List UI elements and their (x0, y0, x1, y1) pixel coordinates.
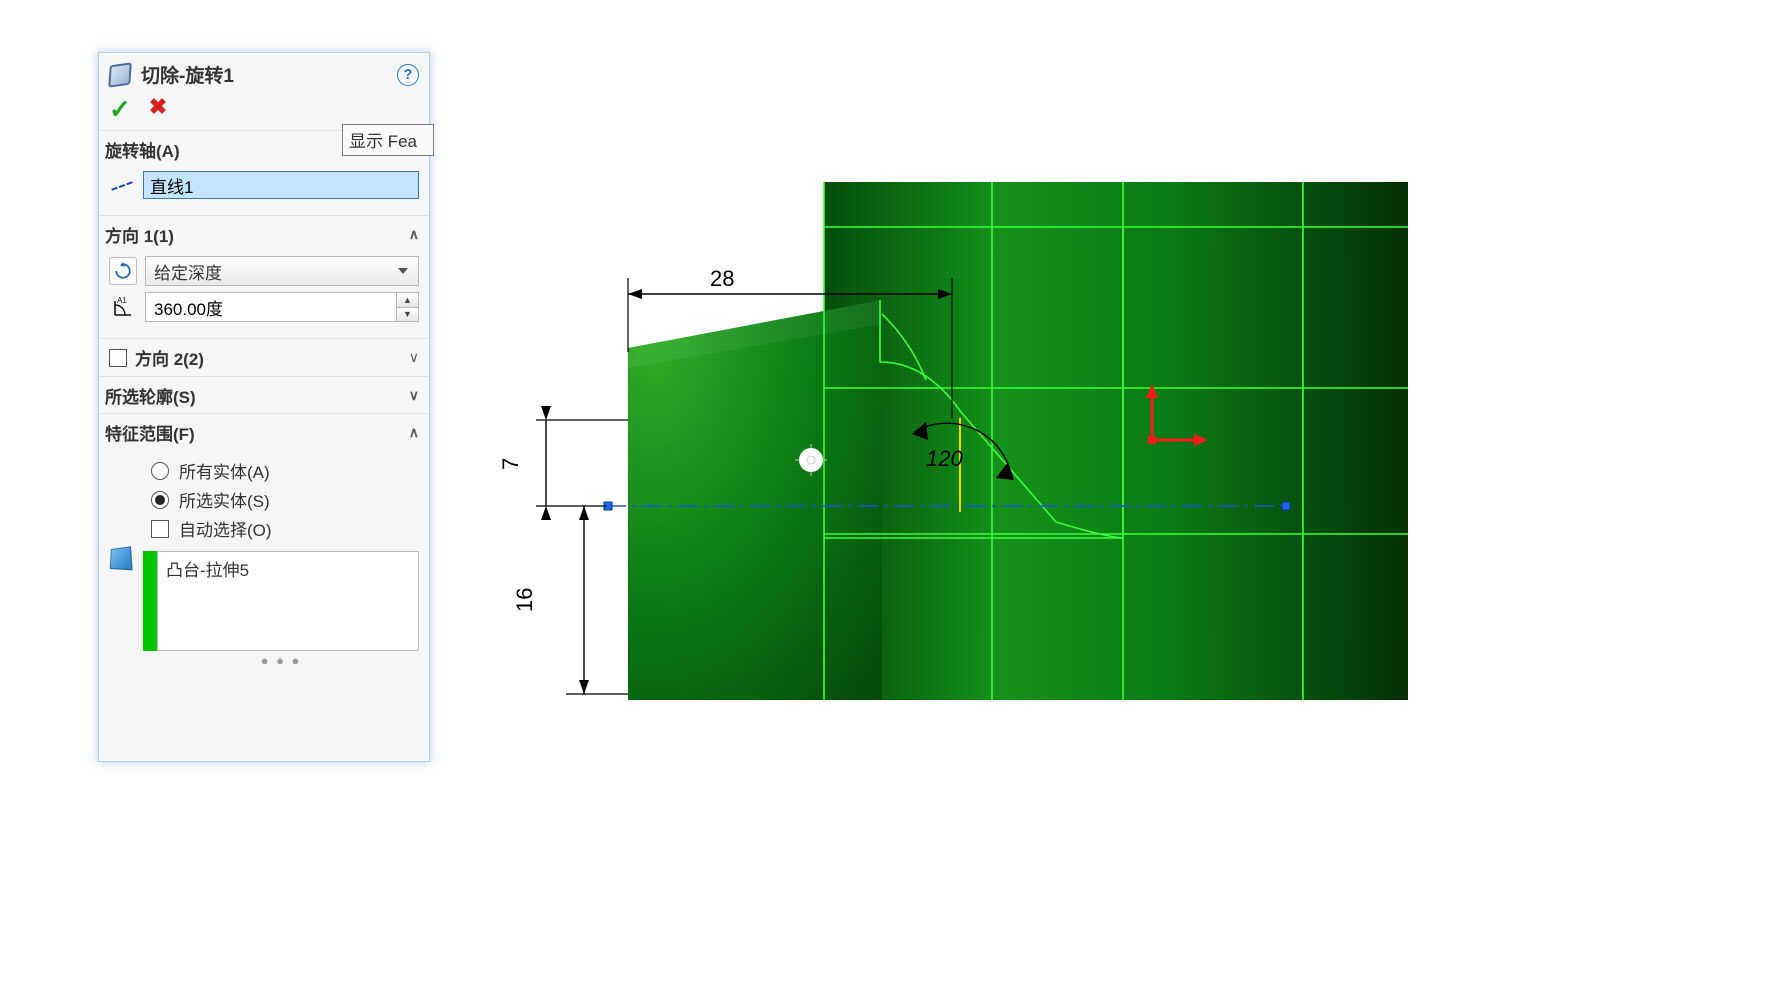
radio-all-bodies[interactable] (151, 462, 169, 480)
dim-120-text: 120 (926, 446, 963, 471)
dir2-label: 方向 2(2) (135, 345, 204, 370)
section-header-contours[interactable]: 所选轮廓(S) (99, 376, 429, 413)
panel-titlebar: 切除-旋转1 ? (99, 53, 429, 92)
angle-input[interactable] (146, 293, 396, 321)
viewport-svg: 28 7 16 (496, 182, 1408, 700)
tooltip: 显示 Fea (342, 124, 434, 156)
opt-all-label: 所有实体(A) (179, 458, 270, 483)
checkbox-auto-select[interactable] (151, 520, 169, 538)
axis-header-label: 旋转轴(A) (105, 137, 180, 162)
angle-step-down[interactable]: ▼ (397, 308, 418, 322)
tooltip-text: 显示 Fea (349, 132, 417, 151)
contours-header-label: 所选轮廓(S) (105, 383, 196, 408)
axis-line-icon (109, 172, 135, 198)
dim-28-text: 28 (710, 266, 734, 291)
chevron-up-icon[interactable] (409, 226, 419, 243)
chevron-down-icon[interactable] (409, 349, 419, 366)
dir2-row: 方向 2(2) (99, 338, 429, 376)
reverse-direction-button[interactable] (109, 257, 137, 285)
dir1-header-label: 方向 1(1) (105, 222, 174, 247)
opt-auto-label: 自动选择(O) (179, 516, 272, 541)
chevron-up-icon[interactable] (409, 424, 419, 441)
dir2-checkbox[interactable] (109, 349, 127, 367)
opt-selected-label: 所选实体(S) (179, 487, 270, 512)
svg-text:A1: A1 (117, 296, 127, 305)
scope-header-label: 特征范围(F) (105, 420, 195, 445)
ok-button[interactable]: ✓ (109, 96, 131, 122)
radio-selected-bodies[interactable] (151, 491, 169, 509)
section-header-scope[interactable]: 特征范围(F) (99, 413, 429, 450)
panel-title: 切除-旋转1 (141, 61, 387, 88)
scope-body-list[interactable]: 凸台-拉伸5 (143, 551, 419, 651)
cancel-button[interactable]: ✖ (149, 96, 167, 122)
scope-body-item[interactable]: 凸台-拉伸5 (166, 556, 410, 581)
section-header-dir1[interactable]: 方向 1(1) (99, 215, 429, 252)
end-condition-select[interactable]: 给定深度 (145, 256, 419, 286)
end-condition-value: 给定深度 (154, 259, 222, 284)
chevron-down-icon[interactable] (409, 387, 419, 404)
angle-spinner[interactable]: ▲ ▼ (145, 292, 419, 322)
cut-revolve-icon (109, 64, 131, 86)
model-viewport[interactable]: 28 7 16 (496, 182, 1408, 700)
solid-body-icon (110, 546, 133, 570)
help-icon[interactable]: ? (397, 64, 419, 86)
axis-endpoint-handle[interactable] (1282, 502, 1290, 510)
resize-grip-icon[interactable]: ● ● ● (143, 653, 419, 667)
angle-step-up[interactable]: ▲ (397, 293, 418, 308)
dimension-16[interactable]: 16 (512, 506, 628, 694)
angle-icon: A1 (109, 293, 137, 321)
dim-16-text: 16 (512, 588, 537, 612)
axis-selection-input[interactable] (143, 171, 419, 199)
property-panel: 切除-旋转1 ? ✓ ✖ 旋转轴(A) 方向 1(1) (98, 52, 430, 762)
list-color-bar (143, 551, 157, 651)
dim-7-text: 7 (498, 458, 523, 470)
